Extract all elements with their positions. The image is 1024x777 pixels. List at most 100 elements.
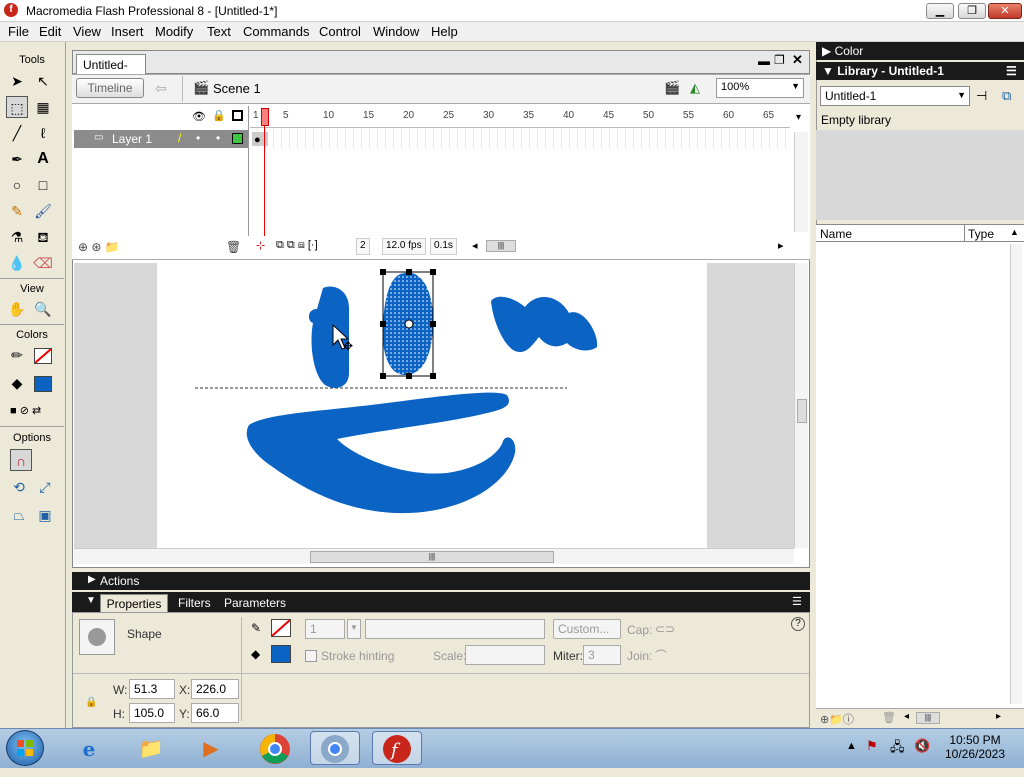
lasso-tool-icon[interactable]: ℓ <box>32 122 54 144</box>
menu-view[interactable]: View <box>73 24 101 39</box>
eyedropper-tool-icon[interactable]: 💧 <box>6 252 28 274</box>
layer-row[interactable]: ▭ Layer 1 / • • <box>74 130 248 148</box>
back-arrow-icon[interactable]: ⇦ <box>155 80 167 97</box>
library-document-select[interactable]: Untitled-1 ▼ <box>820 86 970 106</box>
stage-hscroll[interactable]: ||| <box>74 548 794 564</box>
center-frame-icon[interactable]: ⊹ <box>256 239 265 252</box>
onion-skin-icons[interactable]: ⧉ ⧉ ⧈ [·] <box>276 239 318 252</box>
visibility-dot-icon[interactable]: • <box>196 131 200 145</box>
zoom-tool-icon[interactable]: 🔍 <box>32 298 54 320</box>
custom-stroke-button[interactable]: Custom... <box>553 619 621 639</box>
add-layer-icons[interactable]: ⊕ ⊛ 📁 <box>78 240 120 254</box>
file-explorer-icon[interactable]: 📁 <box>126 731 176 765</box>
scroll-left-icon[interactable]: ◂ <box>904 711 909 722</box>
close-button[interactable]: ✕ <box>988 3 1022 19</box>
pin-library-icon[interactable]: ⊣ <box>976 88 987 104</box>
show-hidden-icons[interactable]: ▲ <box>846 740 857 752</box>
height-field[interactable]: 105.0 <box>129 703 175 723</box>
scroll-right-icon[interactable]: ▸ <box>996 711 1001 722</box>
network-icon[interactable]: 🖧 <box>890 738 905 760</box>
library-panel-bar[interactable]: ▼ Library - Untitled-1 ☰ <box>816 62 1024 80</box>
scroll-left-icon[interactable]: ◂ <box>472 239 478 252</box>
hscroll-thumb[interactable]: ||| <box>310 551 554 563</box>
restore-button[interactable]: ❐ <box>958 3 986 19</box>
media-player-icon[interactable]: ▶ <box>186 731 236 765</box>
fill-color-swatch[interactable] <box>34 376 52 392</box>
rotate-skew-icon[interactable]: ⟲ <box>8 476 30 498</box>
pen-tool-icon[interactable]: ✒ <box>6 148 28 170</box>
new-library-panel-icon[interactable]: ⧉ <box>1002 88 1011 104</box>
tab-filters[interactable]: Filters <box>178 596 211 610</box>
library-delete-icon[interactable]: 🗑 <box>882 711 896 724</box>
column-name[interactable]: Name <box>820 227 852 241</box>
sort-icon[interactable]: ▲ <box>1010 227 1019 237</box>
menu-file[interactable]: File <box>8 24 29 39</box>
library-hscroll-thumb[interactable]: ||| <box>916 712 940 724</box>
library-add-icons[interactable]: ⊕📁ⓘ <box>820 711 854 727</box>
menu-commands[interactable]: Commands <box>243 24 309 39</box>
join-icon[interactable]: ⌒ <box>655 647 667 664</box>
stroke-style-select[interactable] <box>365 619 545 639</box>
tab-parameters[interactable]: Parameters <box>224 596 286 610</box>
x-field[interactable]: 226.0 <box>191 679 239 699</box>
eye-icon[interactable]: 👁 <box>192 110 206 123</box>
line-tool-icon[interactable]: ╱ <box>6 122 28 144</box>
doc-close-icon[interactable]: ✕ <box>792 52 803 68</box>
snap-magnet-icon[interactable]: ∩ <box>10 449 32 471</box>
swap-colors-icons[interactable]: ■ ⊘ ⇄ <box>10 404 41 417</box>
pencil-tool-icon[interactable]: ✎ <box>6 200 28 222</box>
lock-proportions-icon[interactable]: 🔒 <box>85 697 97 708</box>
start-button[interactable] <box>6 730 44 766</box>
text-tool-icon[interactable]: A <box>32 148 54 170</box>
miter-field[interactable]: 3 <box>583 645 621 665</box>
brush-tool-icon[interactable]: 🖌 <box>32 200 54 222</box>
menu-modify[interactable]: Modify <box>155 24 193 39</box>
collapse-arrow-icon[interactable]: ▼ <box>86 595 96 606</box>
playhead[interactable] <box>261 108 269 126</box>
system-clock[interactable]: 10:50 PM 10/26/2023 <box>935 733 1015 761</box>
timeline-menu-icon[interactable]: ▾ <box>796 112 801 123</box>
free-transform-tool-icon[interactable]: ⬚ <box>6 96 28 118</box>
library-vscroll[interactable] <box>1010 244 1022 704</box>
lock-dot-icon[interactable]: • <box>216 131 220 145</box>
menu-window[interactable]: Window <box>373 24 419 39</box>
layer-color-square[interactable] <box>232 133 243 144</box>
cap-icon[interactable]: ⊂⊃ <box>655 622 675 636</box>
column-type[interactable]: Type <box>968 227 994 241</box>
eraser-tool-icon[interactable]: ⌫ <box>32 252 54 274</box>
distort-icon[interactable]: ⏢ <box>8 504 30 526</box>
edit-symbols-icon[interactable]: ◭ <box>690 80 700 96</box>
scale-select[interactable] <box>465 645 545 665</box>
chrome-icon[interactable] <box>250 731 300 765</box>
minimize-button[interactable]: ▁ <box>926 3 954 19</box>
stage-vscroll[interactable] <box>794 263 808 548</box>
panel-menu-icon[interactable]: ☰ <box>792 595 802 608</box>
document-tab[interactable]: Untitled-1* <box>76 54 146 86</box>
hand-tool-icon[interactable]: ✋ <box>6 298 28 320</box>
keyframe-cell[interactable]: ● <box>252 132 268 146</box>
stroke-color-swatch-prop[interactable] <box>271 619 291 637</box>
paint-bucket-tool-icon[interactable]: ⛾ <box>32 226 54 248</box>
arrow-tool-icon[interactable]: ➤ <box>6 70 28 92</box>
timeline-toggle-button[interactable]: Timeline <box>76 78 144 98</box>
menu-insert[interactable]: Insert <box>111 24 144 39</box>
help-icon[interactable]: ? <box>791 617 805 631</box>
width-field[interactable]: 51.3 <box>129 679 175 699</box>
edit-scene-icon[interactable]: 🎬 <box>664 80 680 96</box>
ink-bottle-tool-icon[interactable]: ⚗ <box>6 226 28 248</box>
envelope-icon[interactable]: ▣ <box>34 504 56 526</box>
flash-taskbar-icon[interactable]: f <box>372 731 422 765</box>
action-center-icon[interactable]: ⚑ <box>866 738 878 754</box>
fill-color-swatch-prop[interactable] <box>271 645 291 663</box>
rectangle-tool-icon[interactable]: □ <box>32 174 54 196</box>
delete-layer-icon[interactable]: 🗑 <box>226 240 241 254</box>
actions-panel-bar[interactable]: ▶ Actions <box>72 572 810 590</box>
volume-icon[interactable]: 🔇 <box>914 738 930 754</box>
doc-minimize-icon[interactable]: ▬ <box>758 54 770 68</box>
tab-properties[interactable]: Properties <box>100 594 168 612</box>
timeline-hscroll-thumb[interactable]: ||| <box>486 240 516 252</box>
frame-grid[interactable] <box>250 128 790 148</box>
menu-text[interactable]: Text <box>207 24 231 39</box>
panel-menu-icon[interactable]: ☰ <box>1006 64 1017 78</box>
lock-icon[interactable]: 🔒 <box>212 109 226 122</box>
